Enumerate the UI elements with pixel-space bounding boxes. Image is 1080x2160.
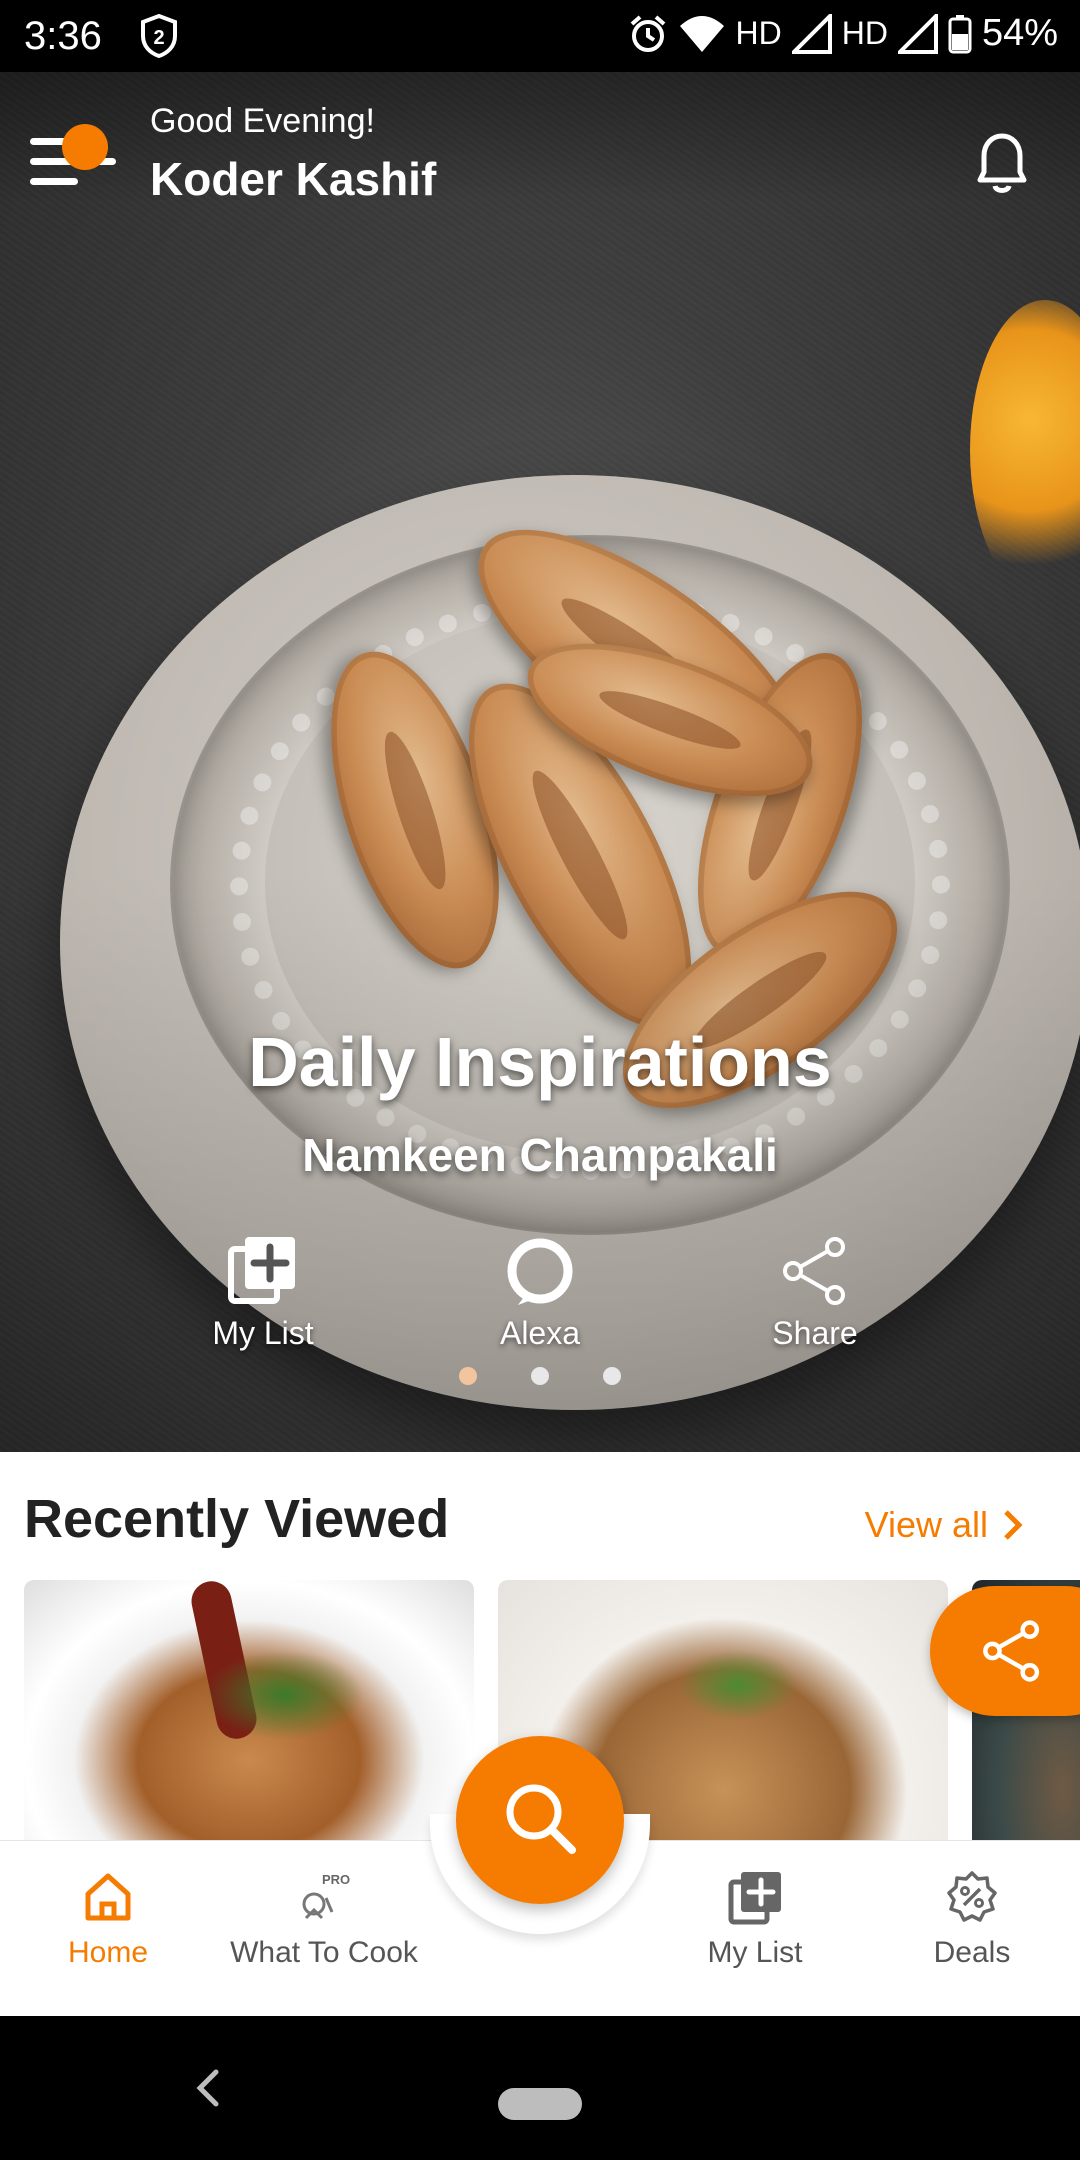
bell-icon[interactable] [970,128,1034,198]
hero-title: Daily Inspirations [248,1023,832,1101]
what-to-cook-pro-icon: PRO [302,1872,350,1920]
recipe-image-herb [204,1650,364,1740]
carousel-dot[interactable] [603,1367,621,1385]
nav-my-list[interactable]: My List [645,1870,865,1970]
menu-icon-line [30,178,78,185]
floating-share-button[interactable] [930,1586,1080,1716]
share-icon [783,1237,845,1305]
section-title: Recently Viewed [24,1489,450,1549]
recipe-image-herb [678,1650,798,1720]
carousel-dot-active[interactable] [459,1367,477,1385]
network-type-label: HD [735,15,782,51]
menu-button[interactable] [26,120,122,200]
system-navigation-bar [0,2016,1080,2160]
status-icons: HD HD 54% [628,12,1058,55]
status-time: 3:36 [24,14,102,58]
battery-percentage: 54% [981,12,1058,54]
search-icon [506,1784,576,1854]
alexa-icon [507,1238,573,1305]
nav-home[interactable]: Home [0,1870,218,1970]
back-icon[interactable] [190,2064,226,2112]
my-list-icon [728,1872,781,1925]
hero-alexa-label: Alexa [499,1315,581,1351]
nav-home-label: Home [67,1936,149,1969]
status-bar: 3:36 2 HD HD 54% [0,0,1080,72]
hero-share-button[interactable]: Share [725,1235,905,1352]
carousel-indicator [0,1367,1080,1385]
hero-share-label: Share [772,1315,858,1351]
view-all-label: View all [864,1504,988,1545]
add-to-list-icon [228,1237,295,1304]
nav-deals-label: Deals [933,1936,1011,1969]
network-type-label-2: HD [841,15,888,51]
home-gesture-pill[interactable] [498,2088,582,2120]
battery-icon [948,14,972,53]
nav-what-to-cook[interactable]: PRO What To Cook [214,1870,434,1970]
signal-icon-2 [897,13,938,54]
chevron-right-icon [1004,1510,1023,1540]
pro-badge: PRO [322,1872,350,1887]
home-icon [85,1873,131,1921]
share-icon [983,1620,1040,1682]
hero-recipe-name[interactable]: Namkeen Champakali [0,1128,1080,1182]
signal-icon [791,13,832,54]
menu-notification-dot [62,124,108,170]
nav-deals[interactable]: Deals [862,1870,1080,1970]
greeting-text: Good Evening! [150,102,375,140]
hero-my-list-button[interactable]: My List [173,1235,353,1352]
alarm-icon [630,14,665,52]
shield-notification-icon: 2 [141,14,177,58]
hero-my-list-label: My List [212,1315,314,1351]
view-all-link[interactable]: View all [865,1504,1024,1546]
user-name: Koder Kashif [150,153,437,205]
deals-icon [947,1871,997,1922]
nav-my-list-label: My List [707,1936,803,1969]
svg-text:2: 2 [153,27,164,49]
nav-what-to-cook-label: What To Cook [230,1936,418,1969]
recipe-card[interactable] [24,1580,474,1852]
wifi-icon [679,15,724,52]
app-header: Good Evening! Koder Kashif [0,72,1080,232]
search-button[interactable] [456,1736,624,1904]
carousel-dot[interactable] [531,1367,549,1385]
hero-alexa-button[interactable]: Alexa [450,1235,630,1352]
